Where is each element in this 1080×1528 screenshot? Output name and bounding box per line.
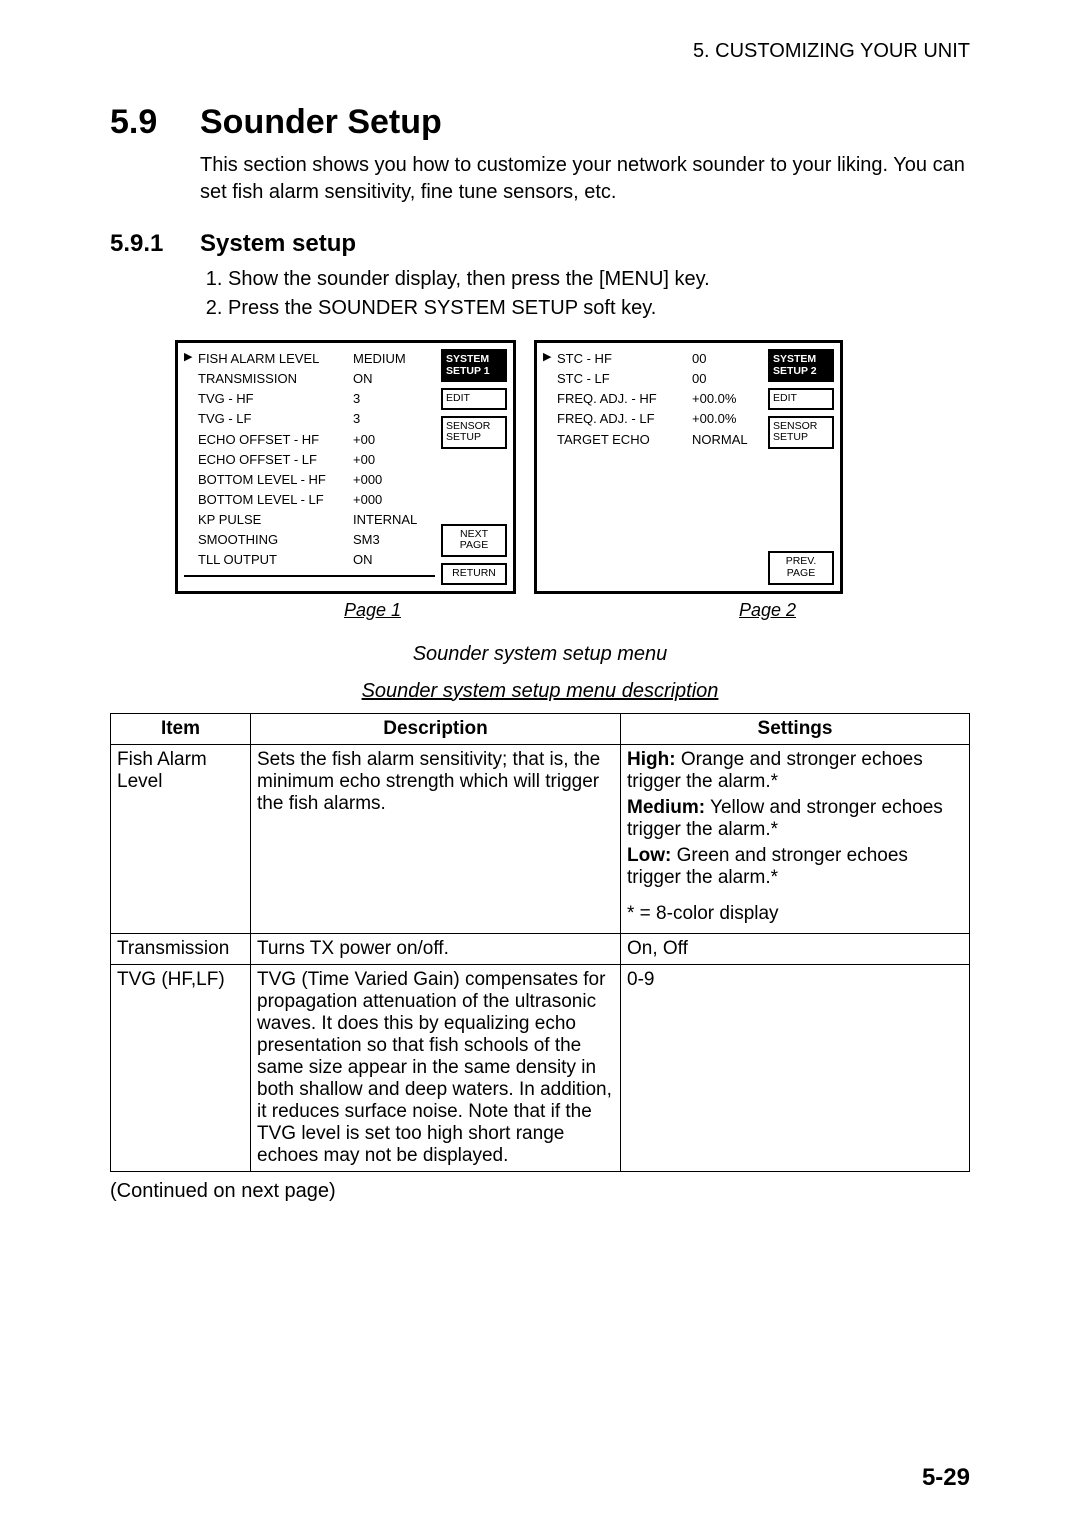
menu-item-label: TLL OUTPUT — [184, 550, 353, 570]
softkey-prev-page[interactable]: PREV. PAGE — [768, 551, 834, 584]
steps-list: Show the sounder display, then press the… — [200, 266, 970, 322]
section-heading: 5.9Sounder Setup — [110, 103, 970, 142]
menu-item-label: FREQ. ADJ. - LF — [543, 409, 692, 429]
menu-item-label: ECHO OFFSET - LF — [184, 450, 353, 470]
cell-desc: Sets the fish alarm sensitivity; that is… — [251, 744, 621, 933]
running-header: 5. CUSTOMIZING YOUR UNIT — [110, 40, 970, 63]
softkey-column-page2: SYSTEM SETUP 2 EDIT SENSOR SETUP PREV. P… — [768, 349, 834, 585]
scrollbar-strip — [184, 575, 435, 585]
menu-item-value: 3 — [353, 409, 435, 429]
menu-item-label: FREQ. ADJ. - HF — [543, 389, 692, 409]
softkey-return[interactable]: RETURN — [441, 563, 507, 585]
menu-list-page2: STC - HF00 STC - LF00 FREQ. ADJ. - HF+00… — [543, 349, 762, 585]
menu-item-value: NORMAL — [692, 430, 762, 450]
menu-panel-page2: STC - HF00 STC - LF00 FREQ. ADJ. - HF+00… — [534, 340, 843, 594]
menu-item-value: 3 — [353, 389, 435, 409]
subsection-number: 5.9.1 — [110, 230, 200, 258]
table-row: Transmission Turns TX power on/off. On, … — [111, 933, 970, 964]
menu-panel-page1: FISH ALARM LEVELMEDIUM TRANSMISSIONON TV… — [175, 340, 516, 594]
softkey-column-page1: SYSTEM SETUP 1 EDIT SENSOR SETUP NEXT PA… — [441, 349, 507, 585]
menu-item-value: INTERNAL — [353, 510, 435, 530]
menu-item-label: TVG - HF — [184, 389, 353, 409]
menu-item-value: ON — [353, 369, 435, 389]
softkey-active[interactable]: SYSTEM SETUP 2 — [768, 349, 834, 382]
menu-item-label: BOTTOM LEVEL - HF — [184, 470, 353, 490]
softkey-edit[interactable]: EDIT — [441, 388, 507, 410]
softkey-edit[interactable]: EDIT — [768, 388, 834, 410]
menu-item-value: ON — [353, 550, 435, 570]
settings-note: * = 8-color display — [627, 903, 963, 925]
softkey-active[interactable]: SYSTEM SETUP 1 — [441, 349, 507, 382]
menu-item-value: +00.0% — [692, 389, 762, 409]
description-table: Item Description Settings Fish Alarm Lev… — [110, 713, 970, 1172]
table-row: Fish Alarm Level Sets the fish alarm sen… — [111, 744, 970, 933]
continued-note: (Continued on next page) — [110, 1180, 970, 1203]
menu-item-label: STC - HF — [543, 349, 692, 369]
table-header-item: Item — [111, 713, 251, 744]
page-number: 5-29 — [922, 1464, 970, 1492]
menu-item-value: +000 — [353, 470, 435, 490]
settings-high-label: High: — [627, 749, 676, 770]
menu-figure: FISH ALARM LEVELMEDIUM TRANSMISSIONON TV… — [175, 340, 970, 594]
menu-item-value: +000 — [353, 490, 435, 510]
caption-page1: Page 1 — [175, 600, 570, 621]
subsection-title: System setup — [200, 230, 356, 257]
cell-desc: TVG (Time Varied Gain) compensates for p… — [251, 964, 621, 1171]
softkey-sensor-setup[interactable]: SENSOR SETUP — [441, 416, 507, 449]
softkey-next-page[interactable]: NEXT PAGE — [441, 524, 507, 557]
table-header-desc: Description — [251, 713, 621, 744]
cell-desc: Turns TX power on/off. — [251, 933, 621, 964]
section-intro: This section shows you how to customize … — [200, 152, 970, 206]
menu-item-label: FISH ALARM LEVEL — [184, 349, 353, 369]
step-item: Press the SOUNDER SYSTEM SETUP soft key. — [228, 295, 970, 322]
menu-item-label: STC - LF — [543, 369, 692, 389]
settings-medium-label: Medium: — [627, 797, 705, 818]
caption-page2: Page 2 — [570, 600, 965, 621]
menu-item-label: TRANSMISSION — [184, 369, 353, 389]
section-title: Sounder Setup — [200, 103, 442, 141]
section-number: 5.9 — [110, 103, 200, 142]
menu-item-value: MEDIUM — [353, 349, 435, 369]
cell-settings: 0-9 — [621, 964, 970, 1171]
menu-item-label: TVG - LF — [184, 409, 353, 429]
cell-settings: High: Orange and stronger echoes trigger… — [621, 744, 970, 933]
table-row: TVG (HF,LF) TVG (Time Varied Gain) compe… — [111, 964, 970, 1171]
softkey-sensor-setup[interactable]: SENSOR SETUP — [768, 416, 834, 449]
step-item: Show the sounder display, then press the… — [228, 266, 970, 293]
table-header-settings: Settings — [621, 713, 970, 744]
menu-item-label: BOTTOM LEVEL - LF — [184, 490, 353, 510]
cell-item: Fish Alarm Level — [111, 744, 251, 933]
page-captions: Page 1 Page 2 — [175, 600, 970, 621]
menu-item-value: SM3 — [353, 530, 435, 550]
menu-item-label: SMOOTHING — [184, 530, 353, 550]
figure-caption: Sounder system setup menu — [110, 643, 970, 666]
menu-list-page1: FISH ALARM LEVELMEDIUM TRANSMISSIONON TV… — [184, 349, 435, 585]
menu-item-label: ECHO OFFSET - HF — [184, 430, 353, 450]
menu-item-label: TARGET ECHO — [543, 430, 692, 450]
menu-item-value: +00.0% — [692, 409, 762, 429]
cell-item: TVG (HF,LF) — [111, 964, 251, 1171]
settings-low-label: Low: — [627, 845, 671, 866]
cell-settings: On, Off — [621, 933, 970, 964]
menu-item-value: +00 — [353, 450, 435, 470]
subsection-heading: 5.9.1System setup — [110, 230, 970, 258]
menu-item-value: 00 — [692, 349, 762, 369]
cell-item: Transmission — [111, 933, 251, 964]
menu-item-value: +00 — [353, 430, 435, 450]
table-caption: Sounder system setup menu description — [110, 680, 970, 703]
menu-item-label: KP PULSE — [184, 510, 353, 530]
menu-item-value: 00 — [692, 369, 762, 389]
